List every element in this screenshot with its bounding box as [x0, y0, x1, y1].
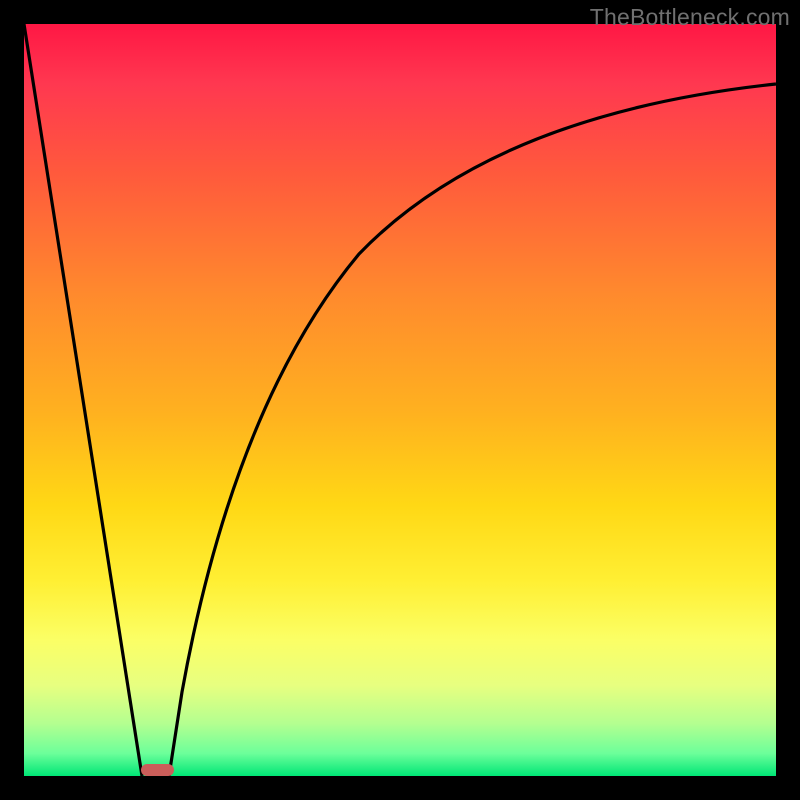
- chart-frame: TheBottleneck.com: [0, 0, 800, 800]
- right-curve: [169, 84, 776, 776]
- left-line: [24, 24, 142, 776]
- curve-layer: [24, 24, 776, 776]
- watermark-text: TheBottleneck.com: [590, 4, 790, 31]
- plot-area: [24, 24, 776, 776]
- pill-marker: [141, 764, 174, 776]
